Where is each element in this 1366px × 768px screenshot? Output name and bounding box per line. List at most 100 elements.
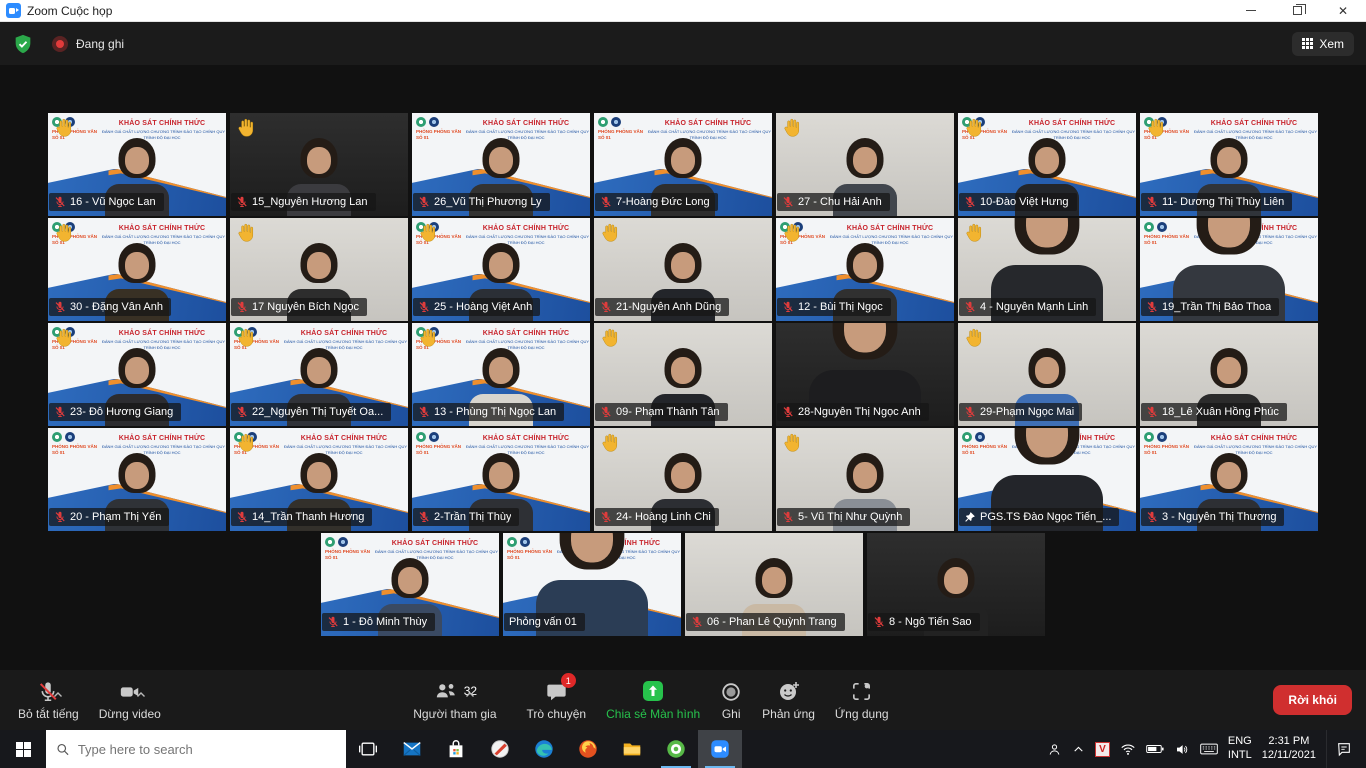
university-logo-icon [429,117,439,127]
taskbar-search[interactable] [46,730,346,768]
raised-hand-badge [1145,117,1167,144]
participant-tile[interactable]: PHÒNG PHỎNG VẤN SỐ 01KHẢO SÁT CHÍNH THỨC… [1140,218,1318,321]
record-button[interactable]: Ghi [710,679,752,721]
cea-logo-icon [52,432,62,442]
participant-tile[interactable]: PHÒNG PHỎNG VẤN SỐ 01KHẢO SÁT CHÍNH THỨC… [412,323,590,426]
raised-hand-icon [599,432,621,454]
action-center-button[interactable] [1326,730,1360,768]
participant-tile[interactable]: PHÒNG PHỎNG VẤN SỐ 01KHẢO SÁT CHÍNH THỨC… [321,533,499,636]
participants-button[interactable]: 32 Người tham gia [403,679,516,721]
participant-name: Phỏng vấn 01 [509,616,577,628]
participant-tile[interactable]: PHÒNG PHỎNG VẤN SỐ 01KHẢO SÁT CHÍNH THỨC… [503,533,681,636]
banner-title: KHẢO SÁT CHÍNH THỨC [102,225,222,232]
participant-tile[interactable]: 18_Lê Xuân Hồng Phúc [1140,323,1318,426]
wifi-icon[interactable] [1120,742,1136,757]
stop-video-button[interactable]: Dừng video [89,679,171,721]
security-shield-icon[interactable] [12,33,34,55]
participant-tile[interactable]: PHÒNG PHỎNG VẤN SỐ 01KHẢO SÁT CHÍNH THỨC… [230,428,408,531]
participant-tile[interactable]: PHÒNG PHỎNG VẤN SỐ 01KHẢO SÁT CHÍNH THỨC… [1140,428,1318,531]
participant-tile[interactable]: PHÒNG PHỎNG VẤN SỐ 01KHẢO SÁT CHÍNH THỨC… [48,113,226,216]
participant-tile[interactable]: 5- Vũ Thị Như Quỳnh [776,428,954,531]
participants-chevron-icon[interactable] [465,691,475,699]
language-indicator[interactable]: ENG INTL [1228,735,1252,763]
participant-tile[interactable]: 8 - Ngô Tiến Sao [867,533,1045,636]
taskbar-coccoc-icon[interactable] [654,730,698,768]
taskbar-file-explorer-icon[interactable] [610,730,654,768]
meeting-header-bar: Đang ghi Xem [0,22,1366,65]
clock[interactable]: 2:31 PM 12/11/2021 [1262,735,1316,763]
participant-name: 26_Vũ Thị Phương Ly [434,196,542,208]
raised-hand-icon [963,222,985,244]
participant-tile[interactable]: PHÒNG PHỎNG VẤN SỐ 01KHẢO SÁT CHÍNH THỨC… [1140,113,1318,216]
chevron-up-icon[interactable] [1072,743,1085,756]
participant-name: 06 - Phan Lê Quỳnh Trang [707,616,837,628]
taskbar-zoom-icon[interactable] [698,730,742,768]
user-icon[interactable] [1047,742,1062,757]
taskbar-mail-icon[interactable] [390,730,434,768]
mic-options-chevron-icon[interactable] [53,691,63,699]
participant-tile[interactable]: 21-Nguyễn Anh Dũng [594,218,772,321]
participant-name: 10-Đào Việt Hưng [980,196,1069,208]
participant-tile[interactable]: 15_Nguyễn Hương Lan [230,113,408,216]
university-logo-icon [429,432,439,442]
participant-tile[interactable]: PHÒNG PHỎNG VẤN SỐ 01KHẢO SÁT CHÍNH THỨC… [594,113,772,216]
close-button[interactable]: ✕ [1320,0,1366,21]
participant-tile[interactable]: 09- Phạm Thành Tân [594,323,772,426]
participant-tile[interactable]: PHÒNG PHỎNG VẤN SỐ 01KHẢO SÁT CHÍNH THỨC… [48,428,226,531]
participant-tile[interactable]: 24- Hoàng Linh Chi [594,428,772,531]
participant-name: 18_Lê Xuân Hồng Phúc [1162,406,1279,418]
participant-tile[interactable]: PHÒNG PHỎNG VẤN SỐ 01KHẢO SÁT CHÍNH THỨC… [412,218,590,321]
battery-icon[interactable] [1146,742,1164,756]
participant-name-label: 21-Nguyễn Anh Dũng [595,298,729,316]
raised-hand-icon [599,327,621,349]
participant-tile[interactable]: PHÒNG PHỎNG VẤN SỐ 01KHẢO SÁT CHÍNH THỨC… [48,323,226,426]
share-screen-button[interactable]: Chia sẻ Màn hình [596,679,710,721]
participant-tile[interactable]: PHÒNG PHỎNG VẤN SỐ 01KHẢO SÁT CHÍNH THỨC… [412,428,590,531]
start-button[interactable] [0,730,46,768]
apps-button[interactable]: Ứng dụng [825,679,899,721]
participant-tile[interactable]: PHÒNG PHỎNG VẤN SỐ 01KHẢO SÁT CHÍNH THỨC… [958,428,1136,531]
participant-tile[interactable]: 17 Nguyễn Bích Ngọc [230,218,408,321]
participant-name: 8 - Ngô Tiến Sao [889,616,972,628]
participant-name: 12 - Bùi Thị Ngọc [798,301,883,313]
video-options-chevron-icon[interactable] [136,691,146,699]
keyboard-icon[interactable] [1200,742,1218,756]
search-input[interactable] [78,742,336,757]
participant-tile[interactable]: 06 - Phan Lê Quỳnh Trang [685,533,863,636]
participant-tile[interactable]: 27 - Chu Hải Anh [776,113,954,216]
restore-button[interactable] [1274,0,1320,21]
unmute-label: Bỏ tắt tiếng [18,707,79,721]
participant-tile[interactable]: 4 - Nguyễn Mạnh Linh [958,218,1136,321]
leave-meeting-button[interactable]: Rời khỏi [1273,685,1352,715]
minimize-button[interactable] [1228,0,1274,21]
participant-tile[interactable]: PHÒNG PHỎNG VẤN SỐ 01KHẢO SÁT CHÍNH THỨC… [48,218,226,321]
video-area: PHÒNG PHỎNG VẤN SỐ 01KHẢO SÁT CHÍNH THỨC… [0,65,1366,670]
taskbar-edge-icon[interactable] [522,730,566,768]
gallery-grid-icon [1302,38,1313,49]
banner-title: KHẢO SÁT CHÍNH THỨC [284,330,404,337]
chat-button[interactable]: 1 Trò chuyện [517,679,597,721]
banner-subtitle: ĐÁNH GIÁ CHẤT LƯỢNG CHƯƠNG TRÌNH ĐÀO TẠO… [284,444,404,449]
raised-hand-icon [1145,117,1167,139]
taskbar-firefox-icon[interactable] [566,730,610,768]
volume-icon[interactable] [1174,742,1190,757]
participant-tile[interactable]: 29-Phạm Ngọc Mai [958,323,1136,426]
unmute-button[interactable]: Bỏ tắt tiếng [8,679,89,721]
banner-title: KHẢO SÁT CHÍNH THỨC [284,435,404,442]
participant-tile[interactable]: 28-Nguyễn Thị Ngọc Anh [776,323,954,426]
view-button[interactable]: Xem [1292,32,1354,56]
participant-name: 15_Nguyễn Hương Lan [252,196,368,208]
participant-tile[interactable]: PHÒNG PHỎNG VẤN SỐ 01KHẢO SÁT CHÍNH THỨC… [412,113,590,216]
participant-tile[interactable]: PHÒNG PHỎNG VẤN SỐ 01KHẢO SÁT CHÍNH THỨC… [230,323,408,426]
antivirus-icon[interactable]: V [1095,742,1110,757]
taskbar-task-view-icon[interactable] [346,730,390,768]
participant-tile[interactable]: PHÒNG PHỎNG VẤN SỐ 01KHẢO SÁT CHÍNH THỨC… [776,218,954,321]
participant-name: 27 - Chu Hải Anh [798,196,882,208]
cea-logo-icon [416,432,426,442]
taskbar-store-icon[interactable] [434,730,478,768]
taskbar-paint-icon[interactable] [478,730,522,768]
participant-tile[interactable]: PHÒNG PHỎNG VẤN SỐ 01KHẢO SÁT CHÍNH THỨC… [958,113,1136,216]
banner-title: KHẢO SÁT CHÍNH THỨC [466,435,586,442]
reactions-button[interactable]: Phản ứng [752,679,825,721]
recording-indicator[interactable]: Đang ghi [52,36,124,52]
